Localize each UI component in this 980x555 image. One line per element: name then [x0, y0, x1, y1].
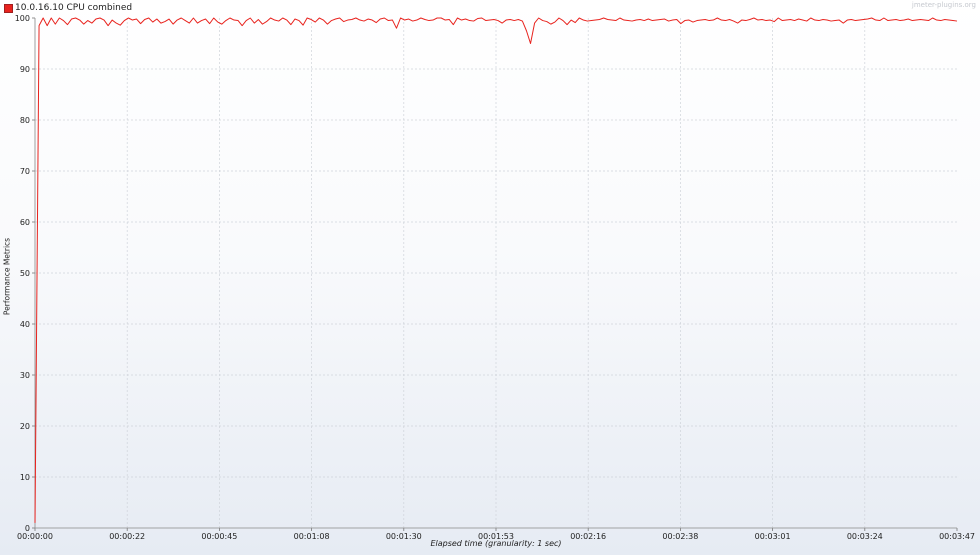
y-tick-label: 40	[20, 320, 30, 329]
watermark: jmeter-plugins.org	[911, 1, 976, 9]
chart-panel: 0 10 20 30 40 50 60 70 80 90 100 00:00:00 00:00:22 00…	[0, 0, 980, 555]
chart-svg: 010203040506070809010000:00:00 00:00:22 00…	[15, 14, 975, 541]
y-axis-label: Performance Metrics	[2, 237, 12, 316]
axis-layer: 010203040506070809010000:00:00 00:00:22 00…	[15, 14, 975, 541]
y-tick-label: 70	[20, 167, 30, 176]
y-tick-label: 90	[20, 65, 30, 74]
y-tick-label: 30	[20, 371, 30, 380]
legend-swatch	[4, 3, 13, 13]
y-tick-label: 80	[20, 116, 30, 125]
y-tick-label: 10	[20, 473, 30, 482]
grid-layer	[35, 18, 957, 528]
x-axis-label: Elapsed time (granularity: 1 sec)	[430, 539, 562, 548]
y-tick-label: 20	[20, 422, 30, 431]
legend-label: 10.0.16.10 CPU combined	[15, 3, 133, 13]
y-tick-label: 60	[20, 218, 30, 227]
legend: 10.0.16.10 CPU combined	[4, 3, 132, 13]
y-tick-label: 100	[15, 14, 30, 23]
y-tick-label: 50	[20, 269, 30, 278]
